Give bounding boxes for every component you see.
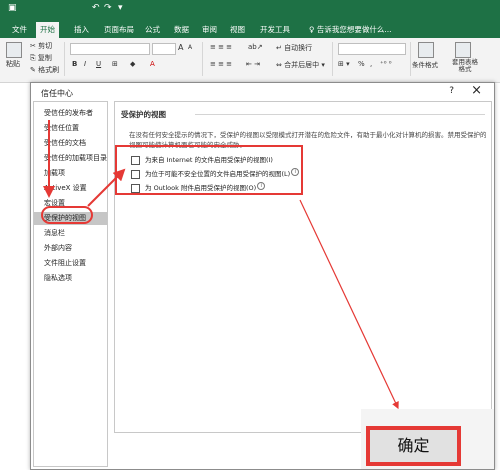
arrow-to-options	[87, 168, 126, 207]
annotation-arrows	[43, 120, 399, 410]
arrow-to-ok	[299, 199, 399, 410]
